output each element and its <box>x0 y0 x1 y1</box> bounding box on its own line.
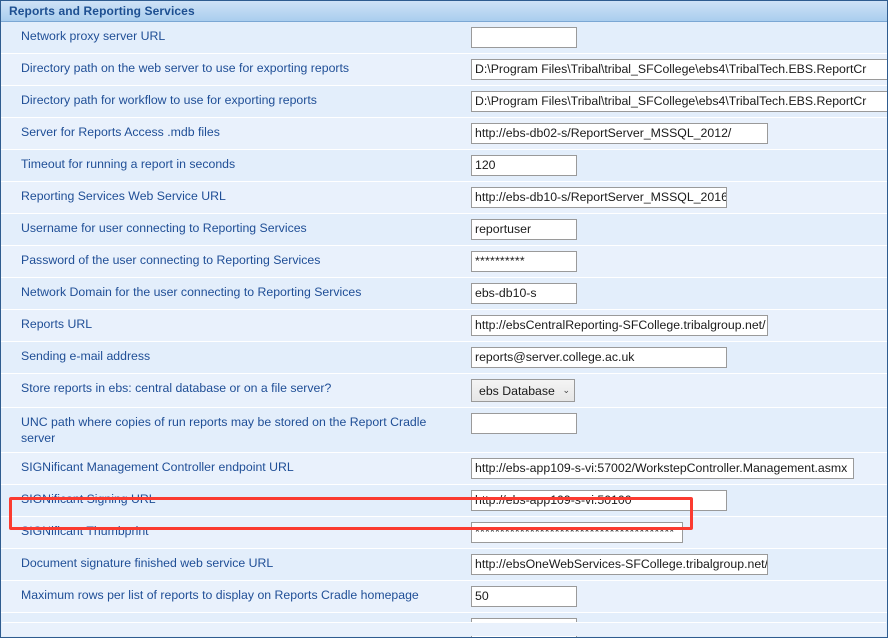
settings-list: Network proxy server URL Directory path o… <box>1 22 887 637</box>
setting-label-report-run-timeout-seconds: Timeout for running a report in seconds <box>21 157 236 171</box>
setting-row: Password of the user connecting to Repor… <box>1 246 887 278</box>
setting-control-wrapper: ebs-db10-s <box>471 278 887 309</box>
reporting-services-network-domain-input[interactable]: ebs-db10-s <box>471 283 577 304</box>
workflow-export-directory-path-input[interactable]: D:\Program Files\Tribal\tribal_SFCollege… <box>471 91 887 112</box>
unc-path-report-copies-input[interactable] <box>471 413 577 434</box>
setting-row: SIGNificant Thumbprint ******************… <box>1 517 887 549</box>
setting-row: Document signature finished web service … <box>1 549 887 581</box>
setting-row: UNC path where copies of run reports may… <box>1 408 887 453</box>
setting-control-wrapper: ********** <box>471 246 887 277</box>
setting-label-document-signature-finished-web-service-url: Document signature finished web service … <box>21 556 274 570</box>
setting-row: Store reports in ebs: central database o… <box>1 374 887 408</box>
setting-label-report-storage-location: Store reports in ebs: central database o… <box>21 381 332 395</box>
web-server-export-directory-path-input[interactable]: D:\Program Files\Tribal\tribal_SFCollege… <box>471 59 887 80</box>
setting-label-significant-management-controller-endpoint-url: SIGNificant Management Controller endpoi… <box>21 460 294 474</box>
setting-label-reports-access-mdb-server: Server for Reports Access .mdb files <box>21 125 220 139</box>
document-signature-finished-web-service-url-input[interactable]: http://ebsOneWebServices-SFCollege.triba… <box>471 554 768 575</box>
significant-thumbprint-input[interactable]: **************************************** <box>471 522 683 543</box>
setting-control-wrapper: reports@server.college.ac.uk <box>471 342 887 373</box>
setting-label-sending-email-address: Sending e-mail address <box>21 349 151 363</box>
reports-url-input[interactable]: http://ebsCentralReporting-SFCollege.tri… <box>471 315 768 336</box>
report-storage-location-select[interactable]: ebs Database ⌄ <box>471 379 575 402</box>
network-proxy-server-url-input[interactable] <box>471 27 577 48</box>
setting-row: Directory path on the web server to use … <box>1 54 887 86</box>
max-rows-reports-cradle-homepage-input[interactable]: 50 <box>471 586 577 607</box>
setting-label-max-rows-reports-cradle-homepage: Maximum rows per list of reports to disp… <box>21 588 419 602</box>
setting-row: Reporting Services Web Service URL http:/… <box>1 182 887 214</box>
setting-label-network-proxy-server-url: Network proxy server URL <box>21 29 166 43</box>
setting-row: Username for user connecting to Reportin… <box>1 214 887 246</box>
setting-control-wrapper: http://ebsCentralReporting-SFCollege.tri… <box>471 310 887 341</box>
reports-access-mdb-server-input[interactable]: http://ebs-db02-s/ReportServer_MSSQL_201… <box>471 123 768 144</box>
setting-row: Server for Reports Access .mdb files http… <box>1 118 887 150</box>
setting-label-significant-thumbprint: SIGNificant Thumbprint <box>21 524 149 538</box>
panel-header: Reports and Reporting Services <box>1 1 887 22</box>
setting-label-unc-path-report-copies: UNC path where copies of run reports may… <box>21 415 427 445</box>
setting-control-wrapper: D:\Program Files\Tribal\tribal_SFCollege… <box>471 54 887 85</box>
setting-label-significant-signing-url: SIGNificant Signing URL <box>21 492 156 506</box>
setting-control-wrapper: ebs Database ⌄ <box>471 374 887 407</box>
report-run-timeout-seconds-input[interactable]: 120 <box>471 155 577 176</box>
setting-label-web-server-export-directory-path: Directory path on the web server to use … <box>21 61 350 75</box>
setting-label-reporting-services-password: Password of the user connecting to Repor… <box>21 253 321 267</box>
setting-control-wrapper: http://ebs-app109-s-vi:50100 <box>471 485 887 516</box>
setting-row: Timeout for running a report in seconds 1… <box>1 150 887 182</box>
setting-label-reporting-services-web-service-url: Reporting Services Web Service URL <box>21 189 226 203</box>
setting-label-reports-url: Reports URL <box>21 317 93 331</box>
panel-footer <box>2 622 886 636</box>
reports-settings-window: Reports and Reporting Services Network p… <box>0 0 888 638</box>
setting-label-reporting-services-username: Username for user connecting to Reportin… <box>21 221 307 235</box>
setting-row: SIGNificant Management Controller endpoi… <box>1 453 887 485</box>
reporting-services-password-input[interactable]: ********** <box>471 251 577 272</box>
reporting-services-web-service-url-input[interactable]: http://ebs-db10-s/ReportServer_MSSQL_201… <box>471 187 727 208</box>
setting-row: Directory path for workflow to use for e… <box>1 86 887 118</box>
setting-row: Network Domain for the user connecting t… <box>1 278 887 310</box>
setting-control-wrapper: **************************************** <box>471 517 887 548</box>
setting-control-wrapper: 120 <box>471 150 887 181</box>
sending-email-address-input[interactable]: reports@server.college.ac.uk <box>471 347 727 368</box>
setting-row: Sending e-mail address reports@server.col… <box>1 342 887 374</box>
significant-management-controller-endpoint-url-input[interactable]: http://ebs-app109-s-vi:57002/WorkstepCon… <box>471 458 854 479</box>
setting-control-wrapper <box>471 22 887 53</box>
setting-row: Network proxy server URL <box>1 22 887 54</box>
setting-control-wrapper: D:\Program Files\Tribal\tribal_SFCollege… <box>471 86 887 117</box>
chevron-down-icon: ⌄ <box>562 385 570 395</box>
setting-control-wrapper: http://ebs-db10-s/ReportServer_MSSQL_201… <box>471 182 887 213</box>
setting-row: Maximum rows per list of reports to disp… <box>1 581 887 613</box>
selected-value: ebs Database <box>479 383 555 398</box>
setting-control-wrapper: reportuser <box>471 214 887 245</box>
setting-label-workflow-export-directory-path: Directory path for workflow to use for e… <box>21 93 317 107</box>
page-title: Reports and Reporting Services <box>9 4 195 18</box>
setting-label-reporting-services-network-domain: Network Domain for the user connecting t… <box>21 285 362 299</box>
setting-control-wrapper: http://ebsOneWebServices-SFCollege.triba… <box>471 549 887 580</box>
reporting-services-username-input[interactable]: reportuser <box>471 219 577 240</box>
setting-row: SIGNificant Signing URL http://ebs-app109… <box>1 485 887 517</box>
setting-control-wrapper: 50 <box>471 581 887 612</box>
setting-control-wrapper <box>471 408 887 439</box>
setting-row: Reports URL http://ebsCentralReporting-SF… <box>1 310 887 342</box>
setting-control-wrapper: http://ebs-app109-s-vi:57002/WorkstepCon… <box>471 453 887 484</box>
setting-control-wrapper: http://ebs-db02-s/ReportServer_MSSQL_201… <box>471 118 887 149</box>
significant-signing-url-input[interactable]: http://ebs-app109-s-vi:50100 <box>471 490 727 511</box>
